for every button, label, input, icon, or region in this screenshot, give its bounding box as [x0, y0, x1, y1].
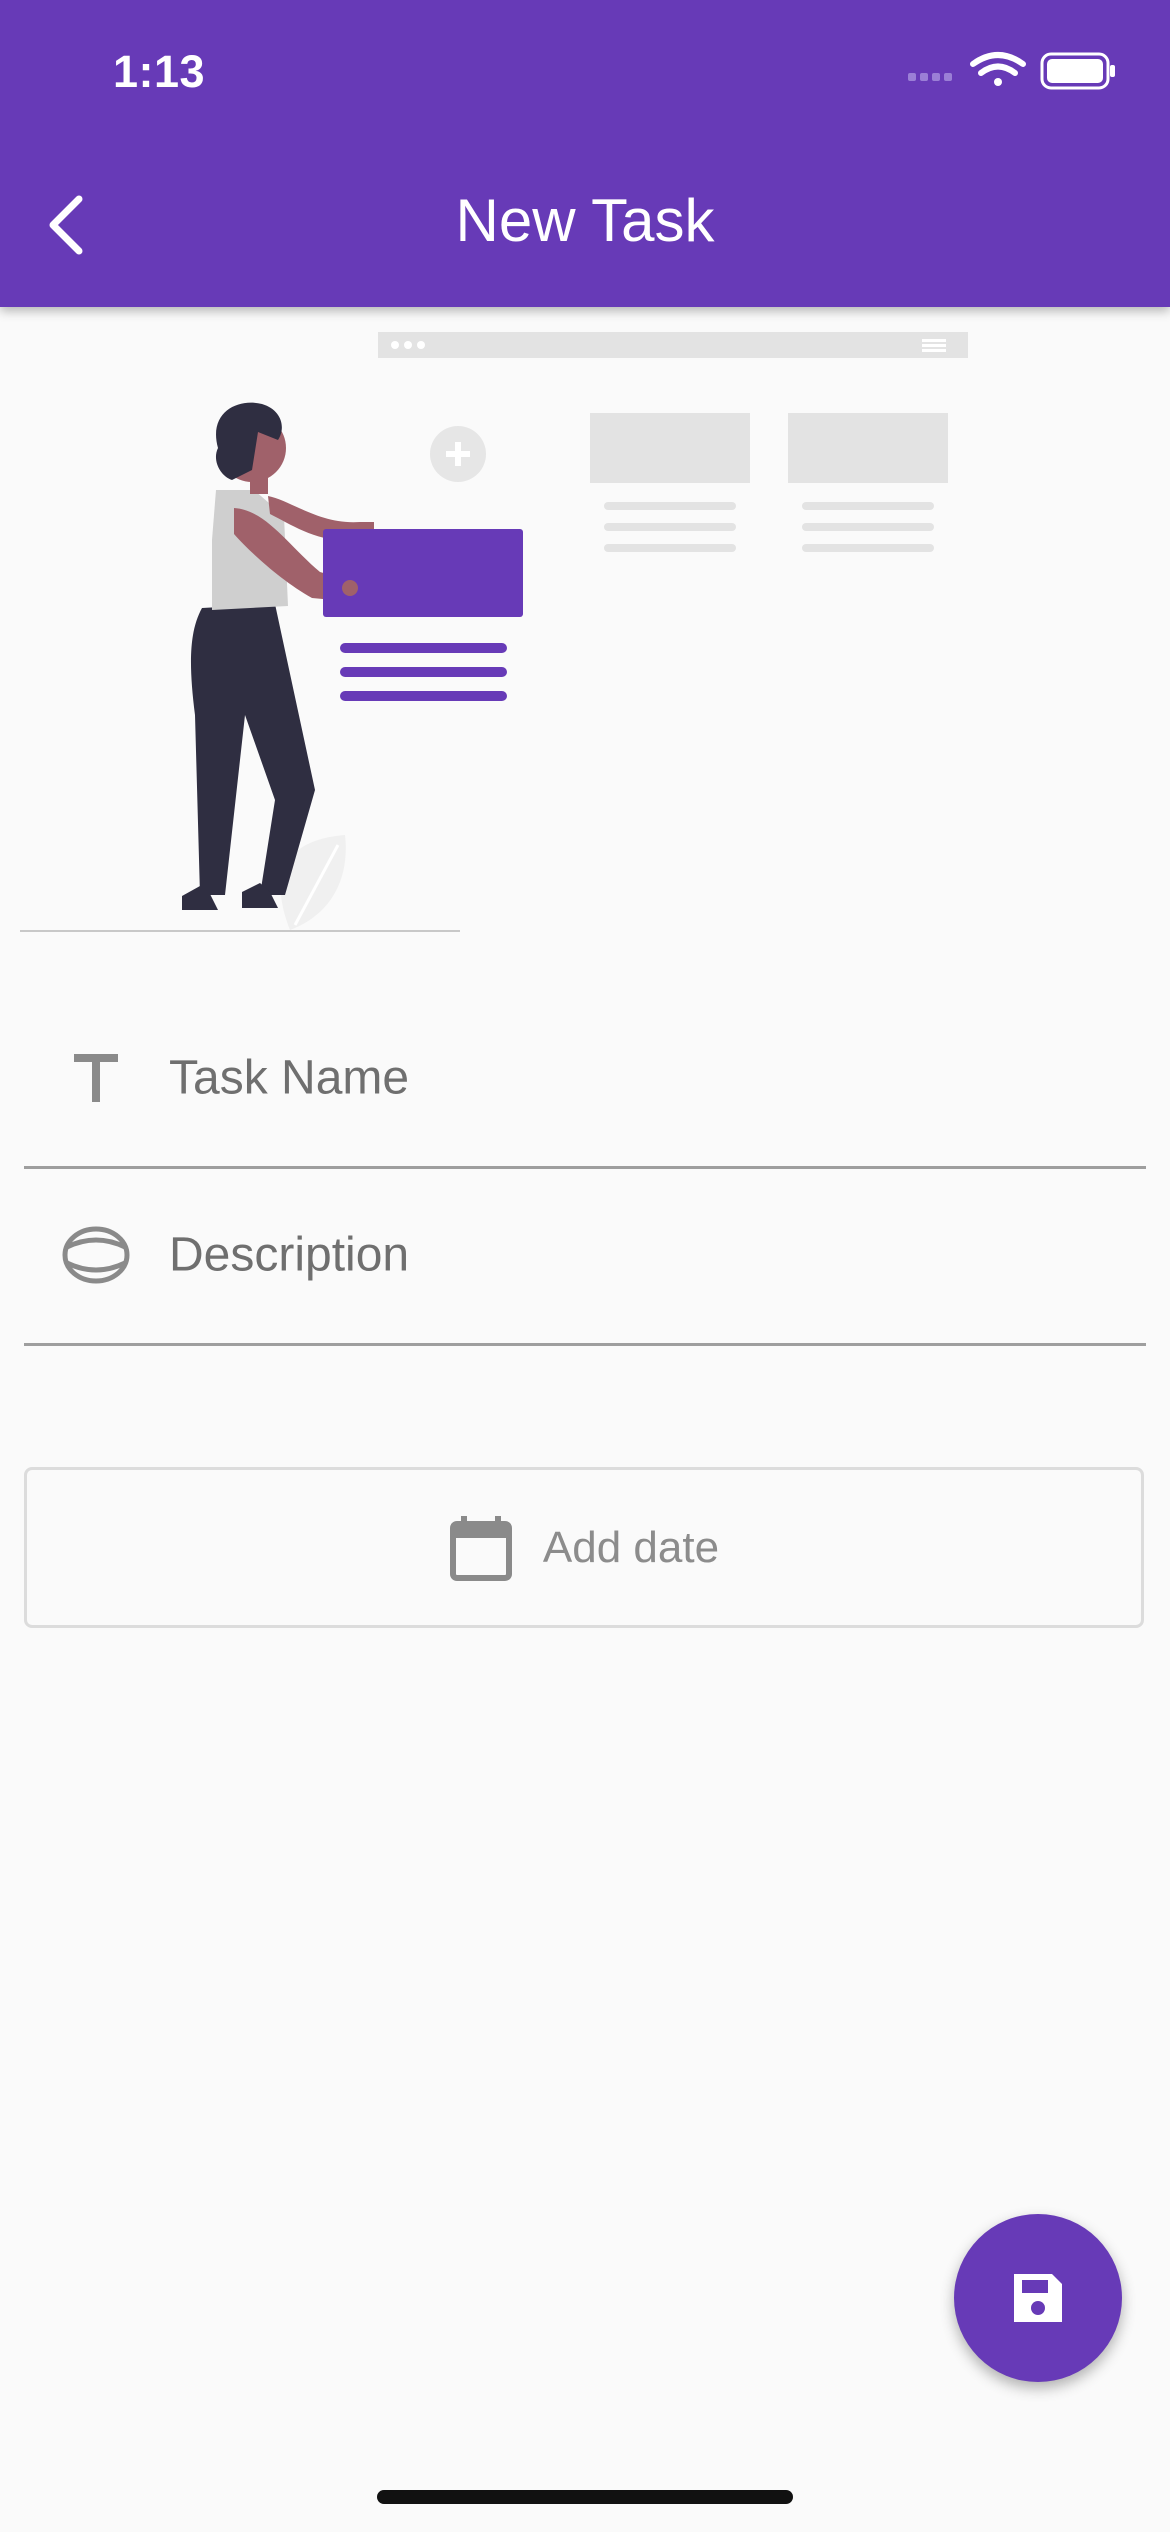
add-date-label: Add date [542, 1522, 720, 1572]
signal-icon [908, 73, 952, 81]
battery-icon [1040, 52, 1115, 90]
description-icon [60, 1219, 132, 1291]
home-indicator [377, 2490, 793, 2504]
text-icon [60, 1042, 132, 1114]
app-bar: 1:13 New Task [0, 0, 1170, 307]
calendar-icon [449, 1515, 512, 1581]
page-title: New Task [455, 187, 715, 254]
status-icons [908, 52, 1115, 90]
description-placeholder: Description [169, 1228, 410, 1282]
save-button[interactable] [954, 2214, 1122, 2382]
task-name-placeholder: Task Name [169, 1051, 410, 1105]
task-illustration [20, 332, 968, 932]
wifi-icon [970, 52, 1026, 86]
description-field[interactable]: Description [24, 1167, 1146, 1346]
status-time: 1:13 [113, 46, 206, 97]
save-icon [1014, 2274, 1062, 2322]
task-name-field[interactable]: Task Name [24, 990, 1146, 1169]
add-date-button[interactable]: Add date [24, 1467, 1144, 1628]
